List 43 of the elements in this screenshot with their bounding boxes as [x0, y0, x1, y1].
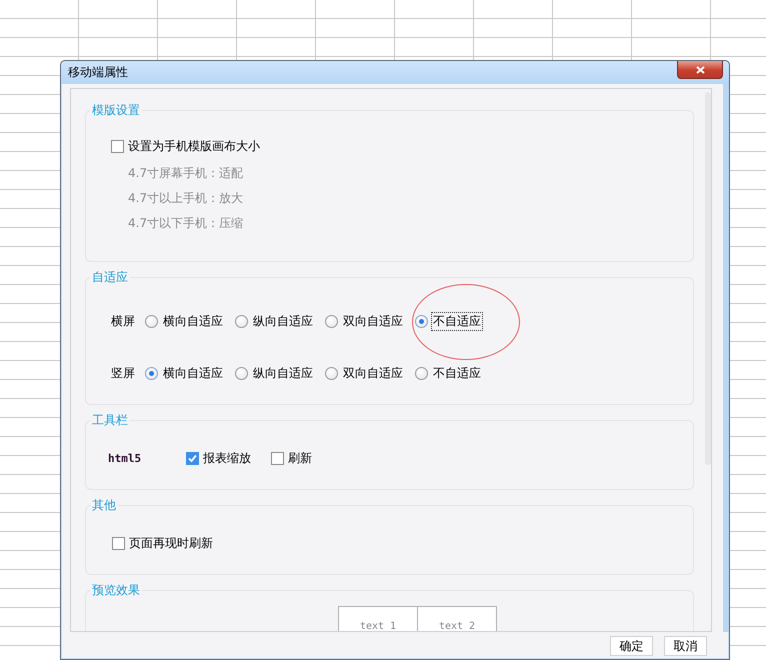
radio-button[interactable] — [145, 314, 158, 328]
radio-button[interactable] — [235, 314, 248, 328]
section-title: 工具栏 — [90, 412, 130, 428]
row-label: 横屏 — [111, 312, 135, 330]
table-cell: text 1 — [338, 606, 418, 631]
row-label: 竖屏 — [111, 364, 135, 382]
radio-label: 双向自适应 — [342, 312, 404, 330]
radio-button[interactable] — [415, 366, 428, 380]
radio-label: 不自适应 — [431, 312, 483, 330]
close-button[interactable] — [677, 61, 723, 79]
radio-button[interactable] — [415, 314, 428, 328]
section-title: 模版设置 — [90, 102, 142, 118]
section-title: 预览效果 — [90, 582, 142, 598]
note-text: 4.7寸屏幕手机：适配 — [128, 165, 244, 182]
radio-button[interactable] — [145, 366, 158, 380]
radio-label: 纵向自适应 — [252, 312, 314, 330]
close-icon — [696, 66, 704, 74]
section-title: 其他 — [90, 497, 118, 513]
checkbox[interactable] — [111, 140, 124, 153]
tag-label: html5 — [108, 452, 142, 464]
note-text: 4.7寸以下手机：压缩 — [128, 215, 244, 232]
section-title: 自适应 — [90, 269, 130, 285]
checkbox[interactable] — [112, 536, 125, 550]
table-cell: text 2 — [418, 606, 496, 631]
checkbox[interactable] — [271, 452, 284, 464]
radio-button[interactable] — [235, 366, 248, 380]
checkbox[interactable] — [186, 452, 200, 464]
radio-label: 横向自适应 — [162, 364, 224, 382]
checkbox-label: 页面再现时刷新 — [129, 534, 213, 552]
radio-label: 双向自适应 — [342, 364, 404, 382]
radio-button[interactable] — [325, 366, 338, 380]
radio-label: 横向自适应 — [162, 312, 224, 330]
radio-button[interactable] — [325, 314, 338, 328]
checkbox-label: 设置为手机模版画布大小 — [128, 138, 260, 155]
checkbox-label: 报表缩放 — [203, 450, 252, 466]
window-title: 移动端属性 — [68, 64, 128, 81]
note-text: 4.7寸以上手机：放大 — [128, 190, 244, 207]
checkbox-label: 刷新 — [288, 450, 312, 466]
dialog-button[interactable]: 确定 — [610, 636, 653, 656]
radio-label: 纵向自适应 — [252, 364, 314, 382]
scrollbar[interactable] — [705, 92, 711, 465]
radio-label: 不自适应 — [432, 364, 482, 382]
dialog-button[interactable]: 取消 — [664, 636, 707, 656]
